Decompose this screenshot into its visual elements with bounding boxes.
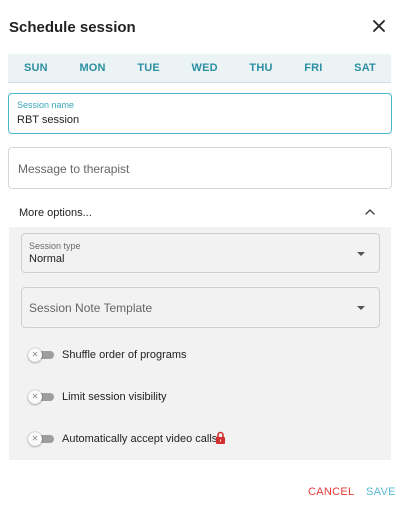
note-template-placeholder: Session Note Template [29,301,153,315]
toggle-knob: ✕ [28,432,42,446]
day-sat[interactable]: SAT [354,62,376,74]
shuffle-programs-label: Shuffle order of programs [62,349,187,361]
day-tue[interactable]: TUE [137,62,160,74]
message-placeholder: Message to therapist [18,162,130,176]
limit-visibility-toggle[interactable]: ✕ [28,390,54,404]
day-wed[interactable]: WED [192,62,218,74]
session-name-field[interactable]: Session name RBT session [8,93,392,134]
shuffle-programs-toggle[interactable]: ✕ [28,348,54,362]
close-icon[interactable] [370,17,388,35]
day-fri[interactable]: FRI [304,62,322,74]
toggle-knob: ✕ [28,348,42,362]
save-button[interactable]: SAVE [366,486,396,498]
dropdown-arrow-icon [357,306,365,310]
session-name-value[interactable]: RBT session [17,114,79,126]
day-thu[interactable]: THU [249,62,272,74]
cancel-button[interactable]: CANCEL [308,486,354,498]
limit-visibility-label: Limit session visibility [62,391,167,403]
chevron-up-icon[interactable] [364,207,376,217]
session-type-label: Session type [29,241,81,251]
dialog-title: Schedule session [9,19,136,36]
more-options-toggle[interactable]: More options... [19,207,92,219]
day-sun[interactable]: SUN [24,62,48,74]
session-type-select[interactable]: Session type Normal [21,233,380,273]
day-mon[interactable]: MON [79,62,105,74]
toggle-knob: ✕ [28,390,42,404]
message-to-therapist-field[interactable]: Message to therapist [8,147,392,189]
toggle-off-icon: ✕ [31,350,39,359]
accept-video-calls-toggle[interactable]: ✕ [28,432,54,446]
lock-icon [216,431,225,444]
weekday-selector: SUN MON TUE WED THU FRI SAT [8,54,391,83]
toggle-off-icon: ✕ [31,434,39,443]
accept-video-calls-label: Automatically accept video calls [62,433,218,445]
session-note-template-select[interactable]: Session Note Template [21,287,380,328]
session-name-label: Session name [17,100,75,110]
session-type-value: Normal [29,253,65,265]
toggle-off-icon: ✕ [31,392,39,401]
dropdown-arrow-icon [357,252,365,256]
